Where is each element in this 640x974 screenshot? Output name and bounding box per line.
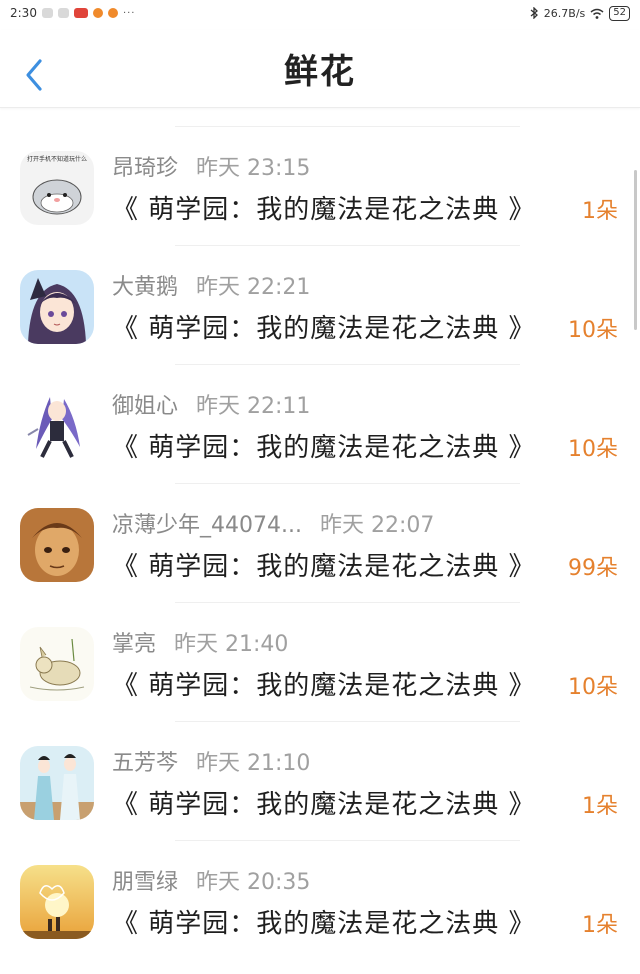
gift-meta: 昂琦珍 昨天 23:15	[112, 150, 310, 182]
list-item[interactable]: 朋雪绿 昨天 20:35 《 萌学园：我的魔法是花之法典 》 1朵	[0, 841, 640, 959]
list-item[interactable]: 御姐心 昨天 22:11 《 萌学园：我的魔法是花之法典 》 10朵	[0, 365, 640, 483]
ancient-couple-avatar-icon[interactable]	[20, 746, 94, 820]
gift-meta: 五芳芩 昨天 21:10	[112, 745, 310, 777]
user-name[interactable]: 御姐心	[112, 388, 178, 420]
list-item[interactable]: 凉薄少年_44074... 昨天 22:07 《 萌学园：我的魔法是花之法典 》…	[0, 484, 640, 602]
weibo-notification-icon-2	[107, 8, 118, 18]
user-name[interactable]: 昂琦珍	[112, 150, 178, 182]
user-name[interactable]: 凉薄少年_44074...	[112, 507, 302, 539]
book-title[interactable]: 《 萌学园：我的魔法是花之法典 》	[112, 784, 536, 821]
bluetooth-icon	[530, 7, 538, 19]
app-notification-icon	[57, 8, 69, 18]
gift-time: 昨天 22:07	[319, 513, 435, 538]
gift-meta: 朋雪绿 昨天 20:35	[112, 864, 310, 896]
flower-amount: 10朵	[568, 675, 618, 700]
gift-meta: 大黄鹅 昨天 22:21	[112, 269, 310, 301]
status-left: 2:30 ···	[10, 6, 136, 20]
network-speed: 26.7B/s	[543, 6, 586, 20]
gift-time: 昨天 23:15	[196, 156, 311, 181]
page-title: 鲜花	[284, 52, 356, 92]
anime-purple-hair-avatar-icon[interactable]	[20, 389, 94, 463]
gift-meta: 掌亮 昨天 21:40	[112, 626, 288, 658]
user-name[interactable]: 掌亮	[112, 626, 156, 658]
more-notifications-indicator: ···	[122, 7, 136, 19]
gift-meta: 凉薄少年_44074... 昨天 22:07	[112, 507, 434, 539]
weibo-notification-icon	[92, 8, 103, 18]
scrollbar[interactable]	[634, 170, 637, 330]
anime-girl-avatar-icon[interactable]	[20, 270, 94, 344]
video-app-notification-icon	[73, 8, 88, 18]
list-item[interactable]: 大黄鹅 昨天 22:21 《 萌学园：我的魔法是花之法典 》 10朵	[0, 246, 640, 364]
book-title[interactable]: 《 萌学园：我的魔法是花之法典 》	[112, 189, 536, 226]
flower-amount: 1朵	[582, 794, 618, 819]
gift-time: 昨天 21:10	[196, 751, 311, 776]
battery-level: 52	[613, 7, 626, 18]
gift-time: 昨天 22:11	[196, 394, 311, 419]
book-title[interactable]: 《 萌学园：我的魔法是花之法典 》	[112, 665, 536, 702]
nav-bar: 鲜花	[0, 30, 640, 108]
flower-amount: 10朵	[568, 318, 618, 343]
book-title[interactable]: 《 萌学园：我的魔法是花之法典 》	[112, 546, 536, 583]
flower-amount: 1朵	[582, 913, 618, 938]
flower-gift-list: 打开手机不知道玩什么 昂琦珍 昨天 23:15 《 萌学园：我的魔法是花之法典 …	[0, 126, 640, 959]
sketch-animal-avatar-icon[interactable]	[20, 627, 94, 701]
flower-amount: 10朵	[568, 437, 618, 462]
anime-boy-avatar-icon[interactable]	[20, 508, 94, 582]
avatar-caption: 打开手机不知道玩什么	[27, 155, 87, 163]
hamster-avatar-icon[interactable]: 打开手机不知道玩什么	[20, 151, 94, 225]
status-right: 26.7B/s 52	[530, 5, 630, 21]
gift-time: 昨天 22:21	[196, 275, 311, 300]
status-bar: 2:30 ··· 26.7B/s 52	[0, 0, 640, 26]
message-notification-icon	[41, 8, 53, 18]
list-item[interactable]: 五芳芩 昨天 21:10 《 萌学园：我的魔法是花之法典 》 1朵	[0, 722, 640, 840]
gift-time: 昨天 21:40	[174, 632, 289, 657]
list-item[interactable]: 掌亮 昨天 21:40 《 萌学园：我的魔法是花之法典 》 10朵	[0, 603, 640, 721]
user-name[interactable]: 大黄鹅	[112, 269, 178, 301]
flower-amount: 99朵	[568, 556, 618, 581]
book-title[interactable]: 《 萌学园：我的魔法是花之法典 》	[112, 903, 536, 940]
status-time: 2:30	[10, 6, 37, 20]
list-item[interactable]: 打开手机不知道玩什么 昂琦珍 昨天 23:15 《 萌学园：我的魔法是花之法典 …	[0, 127, 640, 245]
back-arrow-icon[interactable]	[22, 55, 50, 95]
user-name[interactable]: 朋雪绿	[112, 864, 178, 896]
flower-amount: 1朵	[582, 199, 618, 224]
book-title[interactable]: 《 萌学园：我的魔法是花之法典 》	[112, 427, 536, 464]
gift-time: 昨天 20:35	[196, 870, 311, 895]
wifi-icon	[590, 8, 604, 19]
sunset-couple-avatar-icon[interactable]	[20, 865, 94, 939]
battery-indicator: 52	[609, 5, 630, 21]
book-title[interactable]: 《 萌学园：我的魔法是花之法典 》	[112, 308, 536, 345]
gift-meta: 御姐心 昨天 22:11	[112, 388, 310, 420]
user-name[interactable]: 五芳芩	[112, 745, 178, 777]
